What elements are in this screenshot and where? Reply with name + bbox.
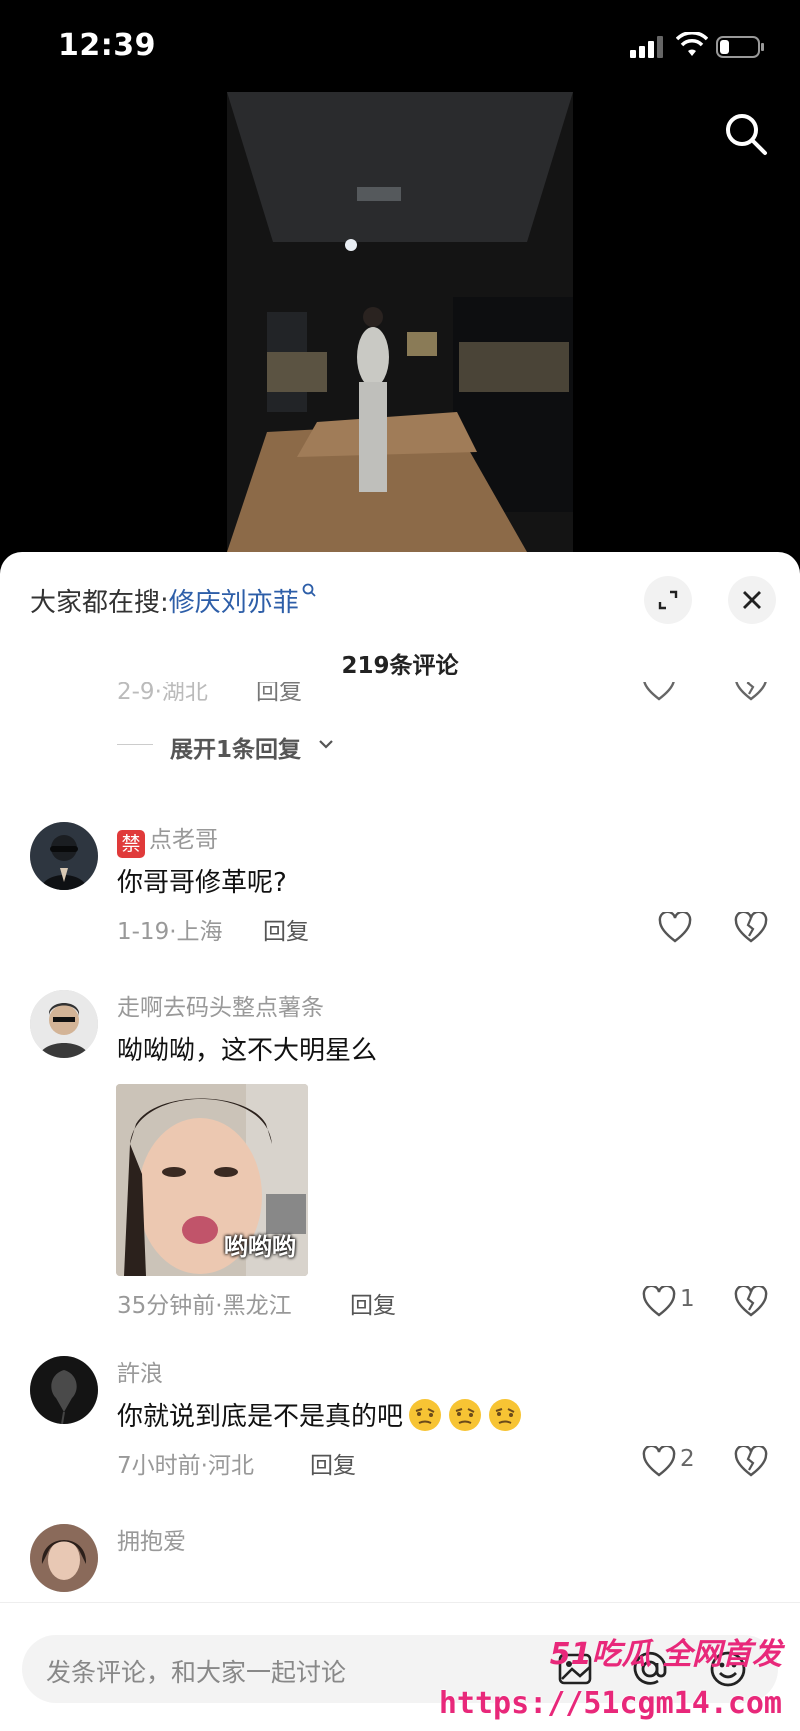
reply-button[interactable]: 回复	[350, 1286, 396, 1320]
broken-heart-icon[interactable]	[734, 682, 768, 702]
status-bar: 12:39	[0, 0, 800, 92]
comment-meta: 1-19·上海	[117, 919, 223, 945]
reply-button[interactable]: 回复	[263, 912, 309, 946]
watermark-top: 51吃瓜 全网首发	[549, 1637, 782, 1672]
comment-username[interactable]: 拥抱爱	[117, 1522, 186, 1556]
comment-actions: 回复 1	[0, 1278, 800, 1328]
emoji-icon	[489, 1399, 522, 1431]
broken-heart-icon[interactable]	[734, 1286, 768, 1318]
battery-icon	[716, 36, 764, 58]
close-button[interactable]	[728, 576, 776, 624]
search-icon	[302, 583, 316, 597]
comment-item: 許浪 你就说到底是不是真的吧 7小时前·河北 回复 2	[0, 1348, 800, 1498]
watermark: 51吃瓜 全网首发 https://51cgm14.com	[439, 1629, 790, 1721]
comment-sticker-image[interactable]: 哟哟哟	[116, 1084, 308, 1276]
comment-item: 走啊去码头整点薯条 呦呦呦，这不大明星么 哟哟哟 35分钟前·黑龙江	[0, 982, 800, 1319]
comment-count: 219条评论	[341, 653, 459, 679]
list-item: 2-9·湖北 回复 展开1条回复	[0, 682, 800, 763]
comment-username[interactable]: 禁点老哥	[117, 820, 218, 858]
video-frame[interactable]	[227, 92, 573, 552]
expand-icon	[658, 590, 678, 610]
heart-icon[interactable]	[642, 682, 676, 702]
signal-icon	[630, 36, 663, 58]
heart-icon[interactable]	[658, 912, 692, 944]
trending-search[interactable]: 大家都在搜:修庆刘亦菲	[30, 582, 317, 619]
comment-text-body: 你就说到底是不是真的吧	[117, 1402, 404, 1432]
comments-sheet: 大家都在搜:修庆刘亦菲 219条评论 2-9·湖北 回复 展开1条回复 禁 点老…	[0, 552, 800, 1731]
avatar[interactable]	[30, 822, 98, 890]
comment-text: 你哥哥修革呢?	[117, 868, 287, 898]
watermark-url: https://51cgm14.com	[438, 1686, 782, 1721]
search-icon[interactable]	[722, 110, 770, 158]
banned-badge: 禁	[117, 830, 145, 858]
comment-text: 呦呦呦，这不大明星么	[117, 1036, 378, 1066]
wifi-icon	[676, 32, 708, 56]
reply-button[interactable]: 回复	[310, 1446, 356, 1480]
comment-meta: 2-9·湖北	[117, 682, 208, 705]
avatar[interactable]	[30, 990, 98, 1058]
avatar[interactable]	[30, 1524, 98, 1592]
broken-heart-icon[interactable]	[734, 1446, 768, 1478]
broken-heart-icon[interactable]	[734, 912, 768, 944]
comment-text: 你就说到底是不是真的吧	[117, 1396, 523, 1433]
like-count: 1	[680, 1286, 695, 1312]
heart-icon[interactable]	[642, 1286, 676, 1318]
emoji-icon	[449, 1399, 482, 1431]
trending-search-label: 大家都在搜:	[30, 588, 169, 618]
sheet-header: 大家都在搜:修庆刘亦菲 219条评论	[0, 552, 800, 682]
heart-icon[interactable]	[642, 1446, 676, 1478]
expand-replies-button[interactable]: 展开1条回复	[170, 730, 301, 764]
sticker-caption: 哟哟哟	[224, 1233, 296, 1261]
avatar[interactable]	[30, 1356, 98, 1424]
divider	[117, 744, 153, 745]
comment-input-placeholder: 发条评论，和大家一起讨论	[46, 1658, 347, 1687]
status-time: 12:39	[58, 28, 156, 63]
video-player[interactable]	[0, 92, 800, 552]
trending-keyword[interactable]: 修庆刘亦菲	[169, 588, 299, 618]
comment-list[interactable]: 2-9·湖北 回复 展开1条回复 禁点老哥 你哥哥修革呢? 1-19·上海 回复…	[0, 682, 800, 1602]
comment-username[interactable]: 走啊去码头整点薯条	[117, 988, 324, 1022]
comment-username[interactable]: 許浪	[117, 1354, 163, 1388]
like-count: 2	[680, 1446, 695, 1472]
comment-meta: 7小时前·河北	[117, 1453, 254, 1479]
reply-button[interactable]: 回复	[256, 682, 302, 706]
comment-item: 拥抱爱	[0, 1516, 800, 1602]
emoji-icon	[409, 1399, 442, 1431]
username-text: 点老哥	[149, 827, 218, 853]
expand-button[interactable]	[644, 576, 692, 624]
comment-item: 禁点老哥 你哥哥修革呢? 1-19·上海 回复	[0, 814, 800, 964]
close-icon	[743, 591, 761, 609]
chevron-down-icon[interactable]	[318, 738, 334, 750]
